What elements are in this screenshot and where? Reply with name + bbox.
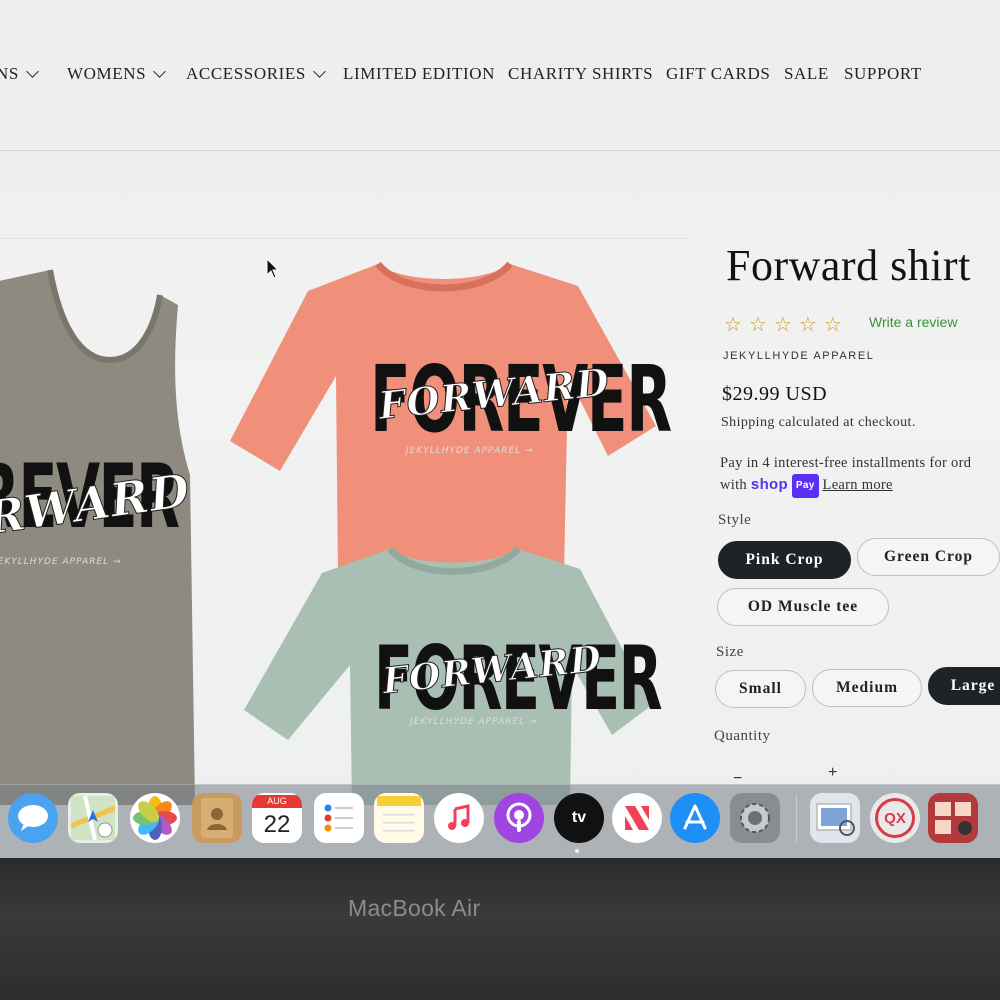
preview-icon[interactable] <box>810 793 860 843</box>
nav-item-limited-edition[interactable]: LIMITED EDITION <box>343 64 495 84</box>
contacts-icon[interactable] <box>192 793 242 843</box>
installments-text: Pay in 4 interest-free installments for … <box>720 455 972 471</box>
news-icon[interactable] <box>612 793 662 843</box>
nav-label: ACCESSORIES <box>186 64 306 83</box>
quicktime-label: QX <box>875 798 915 838</box>
nav-label: LIMITED EDITION <box>343 64 496 83</box>
apple-tv-icon[interactable]: tv <box>554 793 604 843</box>
nav-item-sale[interactable]: SALE <box>784 64 829 84</box>
style-option-pink-crop[interactable]: Pink Crop <box>718 541 851 579</box>
rating-stars[interactable]: ☆ ☆ ☆ ☆ ☆ <box>724 312 842 337</box>
device-brand-label: MacBook Air <box>348 895 481 921</box>
mouse-cursor-icon <box>266 258 280 279</box>
shop-pay-badge: Pay <box>791 474 819 498</box>
chevron-down-icon <box>313 65 326 78</box>
star-outline-icon: ☆ <box>748 314 767 336</box>
product-title: Forward shirt <box>726 241 971 290</box>
apple-tv-label: tv <box>571 809 587 826</box>
nav-item-accessories[interactable]: ACCESSORIES <box>186 64 326 84</box>
style-option-green-crop[interactable]: Green Crop <box>857 538 1000 576</box>
style-label: Style <box>718 512 752 528</box>
main-navigation: NS WOMENS ACCESSORIES LIMITED EDITION CH… <box>0 58 1000 92</box>
nav-item-support[interactable]: SUPPORT <box>844 64 922 84</box>
dock-separator <box>796 795 797 843</box>
quantity-label: Quantity <box>714 728 771 744</box>
photo-booth-icon[interactable] <box>928 793 978 843</box>
photos-icon[interactable] <box>130 793 180 843</box>
messages-icon[interactable] <box>8 793 58 843</box>
product-image-muscle-tee[interactable]: REVER RWARD JEKYLLHYDE APPAREL → <box>0 265 210 805</box>
header-divider <box>0 150 1000 151</box>
pink-print-sub: JEKYLLHYDE APPAREL → <box>406 446 534 456</box>
notes-icon[interactable] <box>374 793 424 843</box>
nav-label: SALE <box>784 64 829 83</box>
music-icon[interactable] <box>434 793 484 843</box>
shipping-note: Shipping calculated at checkout. <box>721 415 916 430</box>
macos-dock: AUG 22 tv QX <box>0 784 1000 858</box>
nav-item-charity-shirts[interactable]: CHARITY SHIRTS <box>508 64 653 84</box>
size-option-large[interactable]: Large <box>928 667 1000 705</box>
installments-note: Pay in 4 interest-free installments for … <box>720 452 971 498</box>
learn-more-link[interactable]: Learn more <box>823 477 893 493</box>
installments-line2: with shop Pay Learn more <box>720 474 971 498</box>
podcasts-icon[interactable] <box>494 793 544 843</box>
star-outline-icon: ☆ <box>823 314 842 336</box>
nav-label: SUPPORT <box>844 64 922 83</box>
star-outline-icon: ☆ <box>798 314 817 336</box>
laptop-bezel <box>0 858 1000 1000</box>
nav-label: GIFT CARDS <box>666 64 771 83</box>
product-vendor: JEKYLLHYDE APPAREL <box>723 350 875 362</box>
system-preferences-icon[interactable] <box>730 793 780 843</box>
browser-screen: NS WOMENS ACCESSORIES LIMITED EDITION CH… <box>0 0 1000 858</box>
size-label: Size <box>716 644 744 660</box>
green-print-sub: JEKYLLHYDE APPAREL → <box>410 717 538 727</box>
tank-print-sub: JEKYLLHYDE APPAREL → <box>0 557 122 567</box>
product-image-pink-crop[interactable]: FOREVER FORWARD JEKYLLHYDE APPAREL → <box>228 256 672 576</box>
reminders-icon[interactable] <box>314 793 364 843</box>
gallery-divider <box>0 238 690 239</box>
nav-item-gift-cards[interactable]: GIFT CARDS <box>666 64 770 84</box>
calendar-day: 22 <box>263 810 291 838</box>
quicktime-icon[interactable]: QX <box>870 793 920 843</box>
calendar-icon[interactable]: AUG 22 <box>252 793 302 843</box>
calendar-month: AUG <box>252 794 302 808</box>
running-indicator <box>575 849 579 853</box>
size-option-medium[interactable]: Medium <box>812 669 922 707</box>
chevron-down-icon <box>26 65 39 78</box>
nav-label: WOMENS <box>67 64 147 83</box>
product-price: $29.99 USD <box>722 383 828 405</box>
star-outline-icon: ☆ <box>773 314 792 336</box>
nav-label: NS <box>0 64 19 83</box>
product-image-green-crop[interactable]: FOREVER FORWARD JEKYLLHYDE APPAREL → <box>240 545 663 805</box>
maps-icon[interactable] <box>68 793 118 843</box>
nav-label: CHARITY SHIRTS <box>508 64 654 83</box>
size-option-small[interactable]: Small <box>715 670 806 708</box>
quantity-increase-button[interactable]: + <box>828 764 837 782</box>
write-review-link[interactable]: Write a review <box>869 314 957 330</box>
nav-item-womens[interactable]: WOMENS <box>67 64 167 84</box>
star-outline-icon: ☆ <box>724 314 742 336</box>
app-store-icon[interactable] <box>670 793 720 843</box>
installments-with: with <box>720 477 747 493</box>
nav-item-mens[interactable]: NS <box>0 64 39 84</box>
style-option-od-muscle-tee[interactable]: OD Muscle tee <box>717 588 889 626</box>
chevron-down-icon <box>153 65 167 78</box>
shop-pay-logo: shop <box>750 476 788 493</box>
